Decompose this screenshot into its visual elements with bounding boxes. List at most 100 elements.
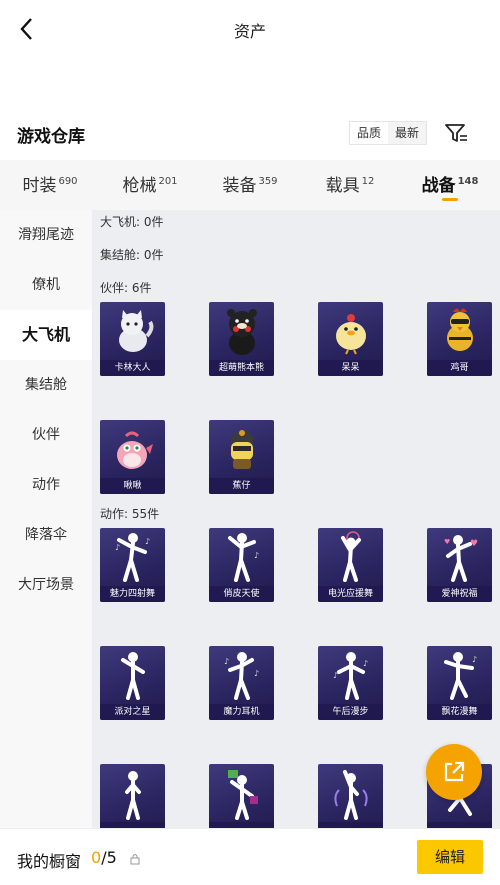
dance-pose-icon: ♪ ♪: [100, 528, 165, 586]
svg-text:♪: ♪: [254, 669, 259, 678]
sidebar-item-partner[interactable]: 伙伴: [0, 410, 92, 460]
dance-pose-icon: ♥ ♥: [427, 528, 492, 586]
item-card[interactable]: [209, 764, 274, 830]
dance-pose-icon: [318, 528, 383, 586]
tab-count: 148: [457, 176, 479, 187]
item-card[interactable]: 卡林大人: [100, 302, 165, 376]
item-card[interactable]: 电光应援舞: [318, 528, 383, 602]
svg-text:♥: ♥: [444, 538, 450, 546]
item-card[interactable]: [318, 764, 383, 830]
category-tabs: 时装 690 枪械 201 装备 359 载具 12 战备 148: [0, 160, 500, 210]
tab-label: 战备: [421, 176, 456, 196]
dance-pose-icon: [100, 646, 165, 704]
tab-label: 载具: [325, 176, 360, 196]
item-card[interactable]: ♪ 俏皮天使: [209, 528, 274, 602]
item-name: 啾啾: [100, 478, 165, 494]
filter-settings-icon: [445, 124, 467, 142]
svg-text:♪: ♪: [472, 655, 477, 664]
cat-figure-icon: [100, 302, 165, 360]
tab-count: 201: [158, 176, 178, 187]
tab-vehicles[interactable]: 载具 12: [300, 160, 400, 210]
sidebar-item-action[interactable]: 动作: [0, 460, 92, 510]
section-title-action: 动作: 55件: [100, 507, 160, 521]
tab-fashion[interactable]: 时装 690: [0, 160, 100, 210]
showcase-current: 0: [91, 848, 102, 867]
bear-figure-icon: [209, 302, 274, 360]
item-name: 卡林大人: [100, 360, 165, 376]
item-card[interactable]: ♪ ♪ 午后漫步: [318, 646, 383, 720]
tab-label: 时装: [22, 176, 57, 196]
item-name: 午后漫步: [318, 704, 383, 720]
lock-icon: [130, 854, 140, 865]
item-name: 电光应援舞: [318, 586, 383, 602]
tab-label: 枪械: [122, 176, 157, 196]
svg-text:♪: ♪: [254, 551, 259, 560]
showcase-label: 我的橱窗: [17, 852, 82, 871]
filter-button[interactable]: [442, 120, 470, 146]
warehouse-title: 游戏仓库: [17, 127, 85, 147]
sort-latest-button[interactable]: 最新: [388, 122, 426, 144]
tab-label: 装备: [222, 176, 257, 196]
svg-text:♪: ♪: [363, 659, 368, 668]
dance-pose-icon: ♪: [209, 528, 274, 586]
svg-text:♥: ♥: [470, 539, 478, 549]
sidebar-item-assembly-cabin[interactable]: 集结舱: [0, 360, 92, 410]
item-card[interactable]: ♪ 飘花漫舞: [427, 646, 492, 720]
dance-pose-icon: ♪ ♪: [318, 646, 383, 704]
showcase-total: /5: [101, 848, 117, 867]
sort-toggle: 品质 最新: [349, 121, 427, 145]
dance-pose-icon: [100, 764, 165, 822]
tab-guns[interactable]: 枪械 201: [100, 160, 200, 210]
external-link-icon: [444, 761, 465, 782]
item-card[interactable]: 蕉仔: [209, 420, 274, 494]
sidebar: 滑翔尾迹 僚机 大飞机 集结舱 伙伴 动作 降落伞 大厅场景: [0, 210, 92, 830]
item-card[interactable]: [100, 764, 165, 830]
item-grid: 大飞机: 0件 集结舱: 0件 伙伴: 6件 卡林大人 超萌熊本熊 呆呆 鸡哥 …: [92, 210, 500, 830]
item-name: 派对之星: [100, 704, 165, 720]
section-title-partner: 伙伴: 6件: [100, 281, 152, 295]
dance-pose-icon: [318, 764, 383, 822]
tab-equipment[interactable]: 装备 359: [200, 160, 300, 210]
item-card[interactable]: 呆呆: [318, 302, 383, 376]
item-card[interactable]: ♪ ♪ 魔力耳机: [209, 646, 274, 720]
item-card[interactable]: 派对之星: [100, 646, 165, 720]
sidebar-item-glide-trail[interactable]: 滑翔尾迹: [0, 210, 92, 260]
active-tab-indicator: [442, 198, 458, 201]
tab-count: 359: [258, 176, 278, 187]
item-name: 俏皮天使: [209, 586, 274, 602]
tab-count: 12: [361, 176, 375, 187]
item-name: 鸡哥: [427, 360, 492, 376]
item-name: 飘花漫舞: [427, 704, 492, 720]
tab-count: 690: [58, 176, 78, 187]
item-name: 呆呆: [318, 360, 383, 376]
sidebar-item-big-plane[interactable]: 大飞机: [0, 310, 92, 360]
item-name: 爱神祝福: [427, 586, 492, 602]
sort-quality-button[interactable]: 品质: [350, 122, 388, 144]
item-name: 超萌熊本熊: [209, 360, 274, 376]
sidebar-item-wingman[interactable]: 僚机: [0, 260, 92, 310]
svg-text:♪: ♪: [224, 657, 229, 666]
sidebar-item-parachute[interactable]: 降落伞: [0, 510, 92, 560]
item-card[interactable]: ♥ ♥ 爱神祝福: [427, 528, 492, 602]
item-card[interactable]: 鸡哥: [427, 302, 492, 376]
item-name: 蕉仔: [209, 478, 274, 494]
showcase-bar: 我的橱窗 0/5 编辑: [0, 828, 500, 885]
showcase-count: 0/5: [91, 848, 117, 867]
section-title-cabin: 集结舱: 0件: [100, 248, 164, 262]
page-title: 资产: [233, 22, 266, 41]
pink-bird-figure-icon: [100, 420, 165, 478]
item-name: 魔力耳机: [209, 704, 274, 720]
share-fab-button[interactable]: [426, 744, 482, 800]
sidebar-item-lobby-scene[interactable]: 大厅场景: [0, 560, 92, 610]
item-name: 魅力四射舞: [100, 586, 165, 602]
item-card[interactable]: ♪ ♪ 魅力四射舞: [100, 528, 165, 602]
chick-figure-icon: [318, 302, 383, 360]
item-card[interactable]: 啾啾: [100, 420, 165, 494]
edit-button[interactable]: 编辑: [417, 840, 483, 874]
tab-readiness[interactable]: 战备 148: [400, 160, 500, 210]
svg-text:♪: ♪: [115, 543, 120, 552]
section-title-plane: 大飞机: 0件: [100, 215, 164, 229]
item-card[interactable]: 超萌熊本熊: [209, 302, 274, 376]
rooster-figure-icon: [427, 302, 492, 360]
top-bar: 资产: [0, 0, 500, 60]
